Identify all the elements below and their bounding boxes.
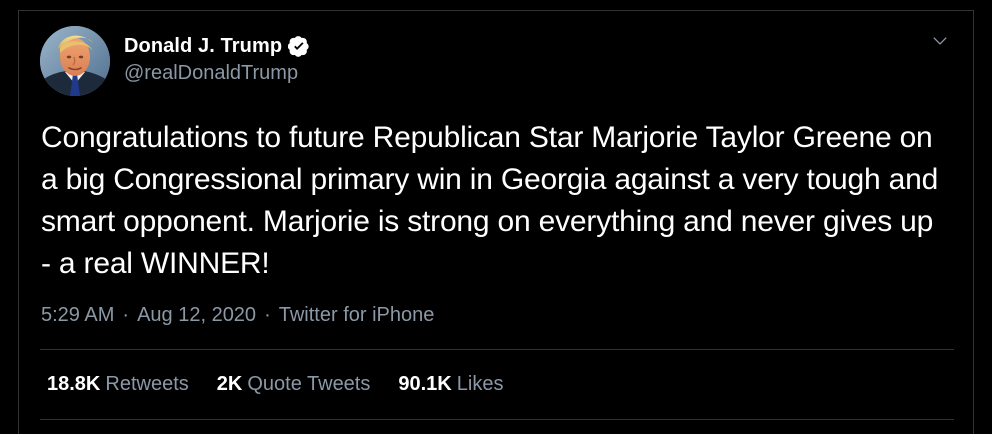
stats-divider-top — [40, 349, 954, 350]
chevron-down-icon — [933, 37, 947, 45]
tweet-text: Congratulations to future Republican Sta… — [41, 121, 939, 280]
tweet-source[interactable]: Twitter for iPhone — [279, 301, 435, 329]
tweet-menu-button[interactable] — [928, 29, 952, 53]
tweet-author: Donald J. Trump @realDonaldTrump — [124, 33, 310, 86]
tweet-card: Donald J. Trump @realDonaldTrump Congrat… — [0, 0, 992, 434]
quote-tweets-stat[interactable]: 2K Quote Tweets — [217, 370, 371, 398]
likes-count: 90.1K — [398, 373, 452, 395]
verified-badge-icon — [288, 35, 310, 57]
tweet-time[interactable]: 5:29 AM — [41, 301, 114, 329]
top-border — [18, 10, 974, 11]
avatar[interactable] — [40, 26, 110, 96]
retweets-label: Retweets — [105, 373, 189, 395]
tweet-metadata: 5:29 AM · Aug 12, 2020 · Twitter for iPh… — [41, 301, 434, 329]
metadata-separator: · — [264, 304, 271, 326]
quote-tweets-label: Quote Tweets — [247, 373, 371, 395]
likes-label: Likes — [456, 373, 504, 395]
profile-avatar-image — [40, 26, 110, 96]
stats-divider-bottom — [40, 419, 954, 420]
tweet-stats: 18.8K Retweets 2K Quote Tweets 90.1K Likes — [47, 370, 531, 398]
user-handle[interactable]: @realDonaldTrump — [124, 60, 310, 86]
likes-stat[interactable]: 90.1K Likes — [398, 370, 503, 398]
metadata-separator: · — [122, 304, 130, 326]
left-border — [18, 10, 19, 434]
right-border — [973, 10, 974, 434]
retweets-stat[interactable]: 18.8K Retweets — [47, 370, 189, 398]
retweets-count: 18.8K — [47, 373, 101, 395]
quote-tweets-count: 2K — [216, 373, 243, 395]
tweet-date[interactable]: Aug 12, 2020 — [137, 301, 256, 329]
display-name-row: Donald J. Trump — [124, 33, 310, 59]
display-name[interactable]: Donald J. Trump — [124, 33, 282, 59]
